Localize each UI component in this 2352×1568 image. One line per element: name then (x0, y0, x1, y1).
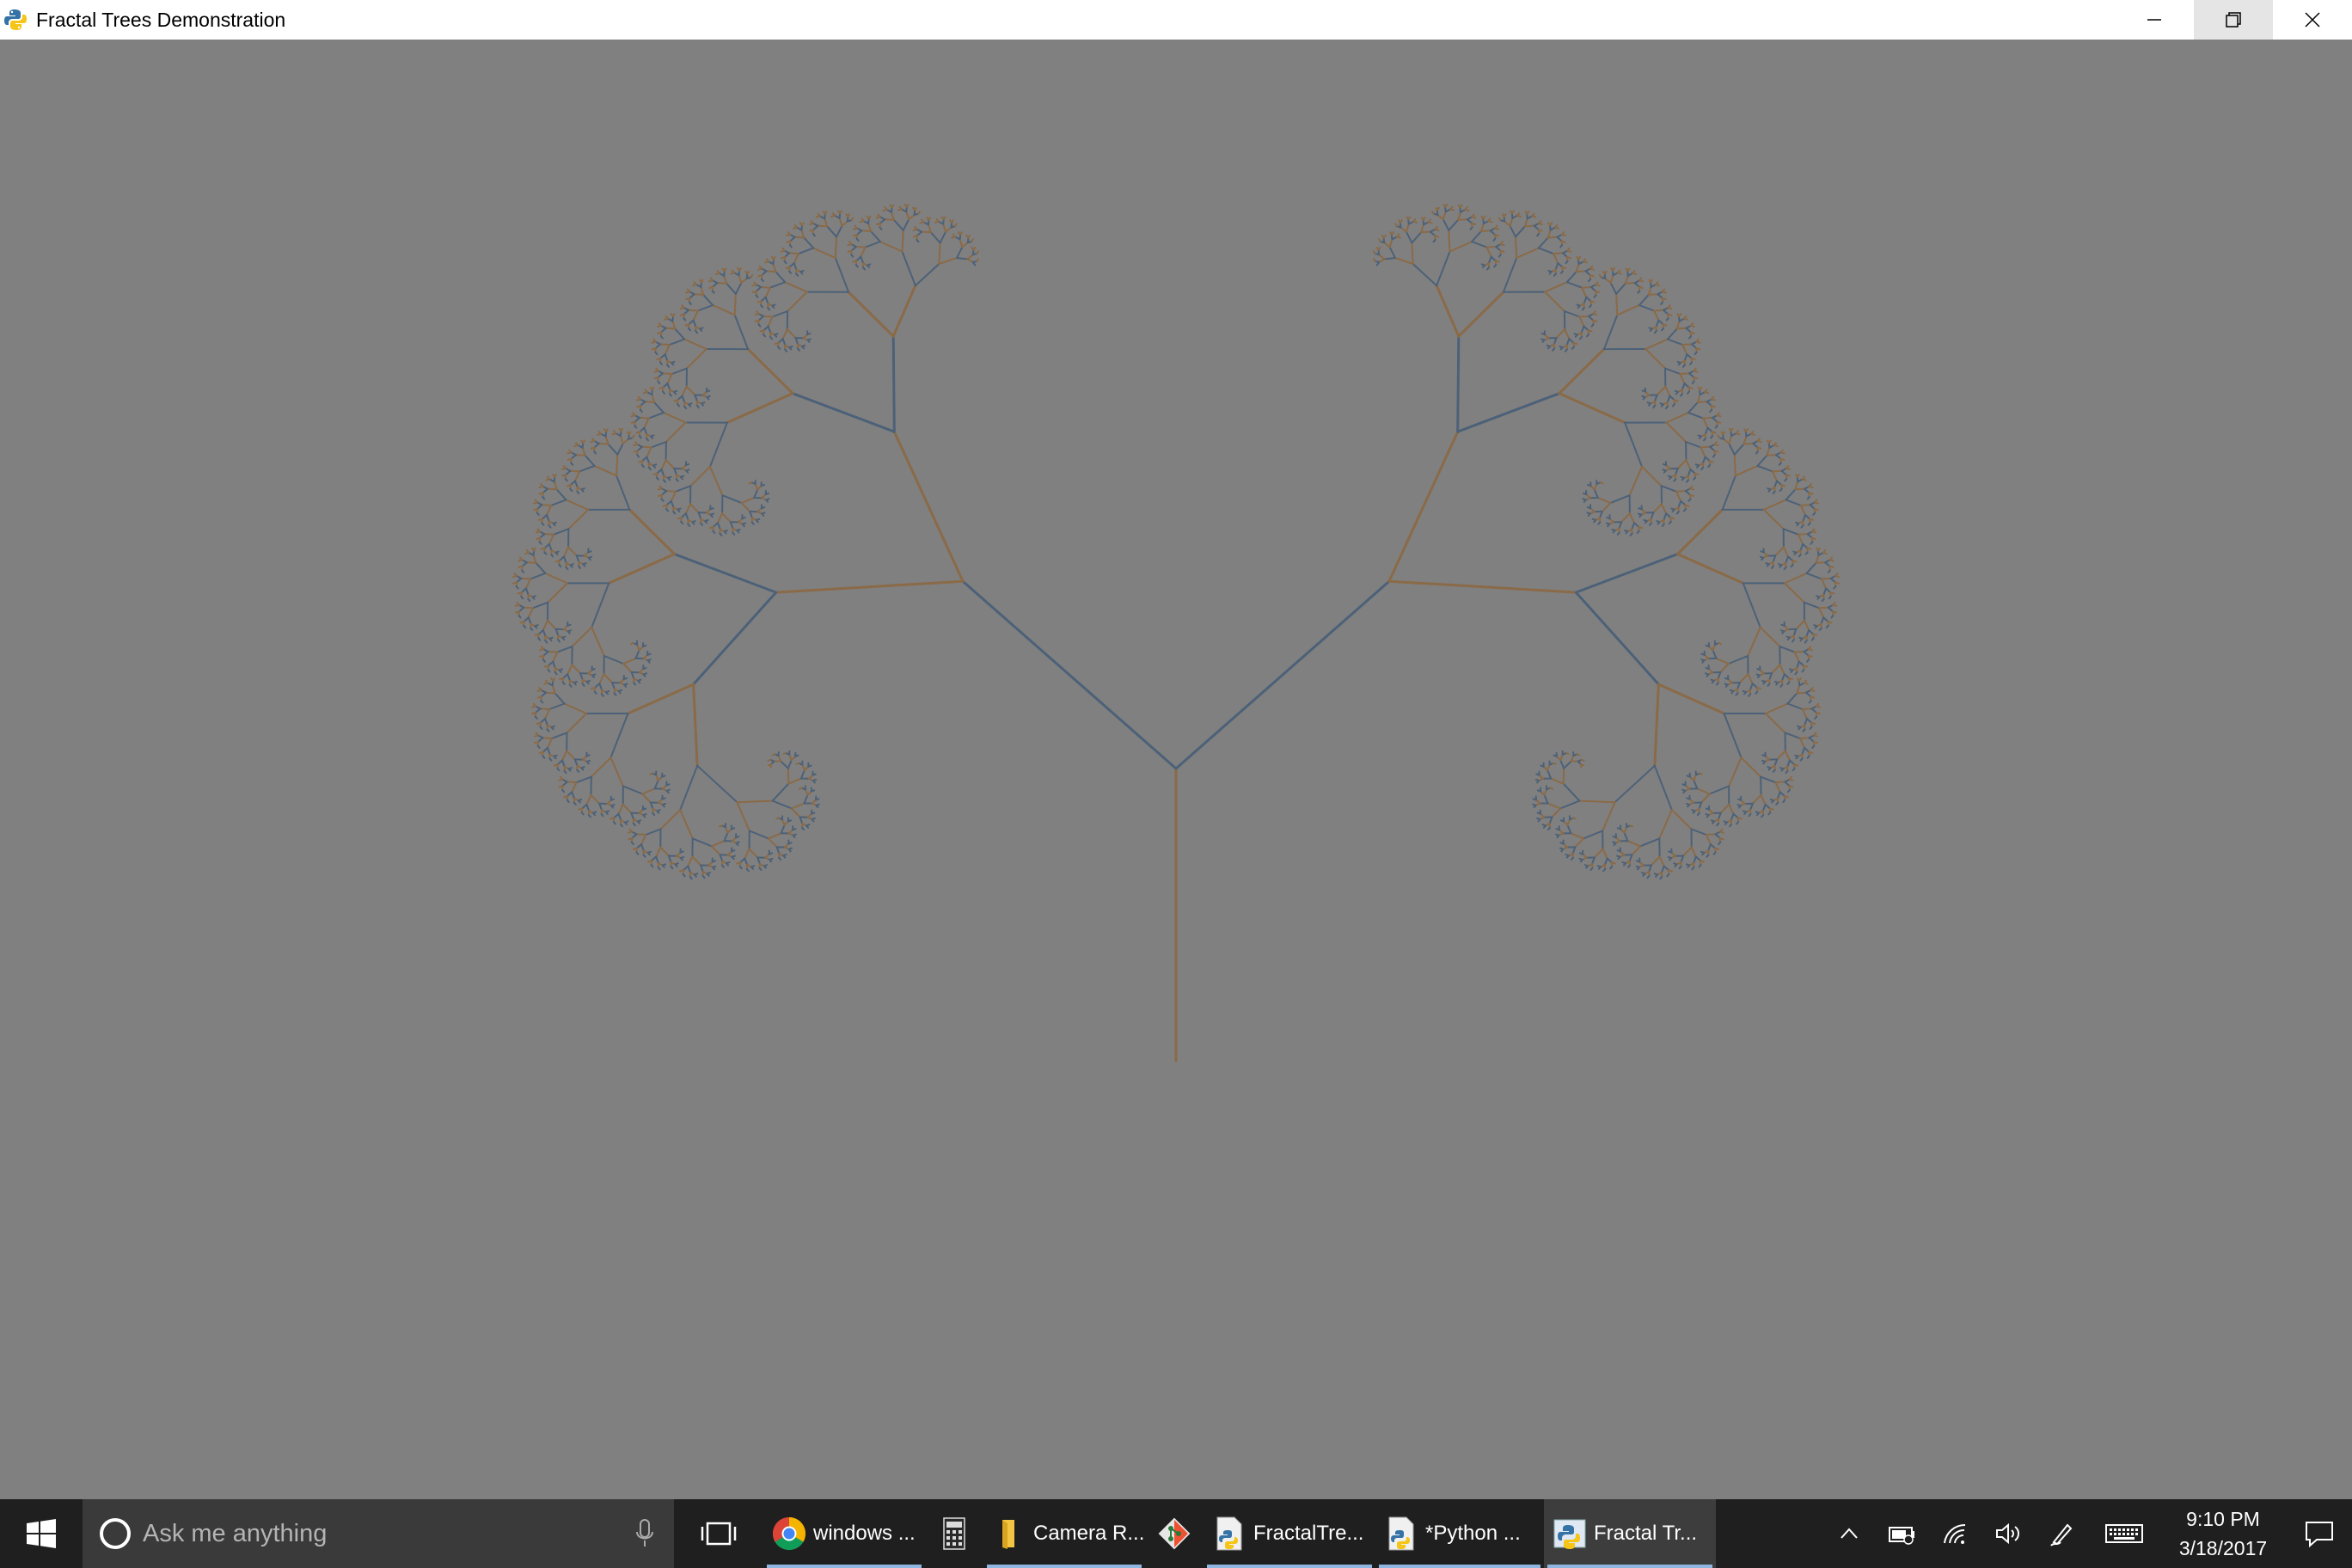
running-indicator (987, 1565, 1142, 1568)
close-button[interactable] (2273, 0, 2352, 40)
minimize-icon (2147, 19, 2161, 21)
running-indicator (1379, 1565, 1540, 1568)
network-button[interactable] (1929, 1499, 1982, 1568)
show-hidden-icons-button[interactable] (1822, 1499, 1876, 1568)
cortana-search-box[interactable]: Ask me anything (83, 1499, 674, 1568)
calculator-icon (943, 1517, 965, 1550)
taskbar-item-label: Camera R... (1033, 1522, 1145, 1545)
git-icon (1158, 1517, 1191, 1550)
running-indicator (1207, 1565, 1372, 1568)
pen-icon (2050, 1523, 2073, 1547)
taskbar-item-chrome[interactable]: windows ... (763, 1499, 925, 1568)
taskbar: Ask me anything windows ... Camera R... … (0, 1499, 2352, 1568)
chrome-icon (772, 1517, 806, 1551)
chevron-up-icon (1841, 1528, 1858, 1539)
fractal-canvas[interactable] (0, 40, 2352, 1499)
restore-button[interactable] (2194, 0, 2273, 40)
action-center-icon (2306, 1522, 2333, 1547)
task-view-button[interactable] (674, 1499, 763, 1568)
fractal-tree-drawing (511, 203, 1841, 1063)
start-button[interactable] (0, 1499, 83, 1568)
python-icon (1553, 1519, 1586, 1549)
clock[interactable]: 9:10 PM 3/18/2017 (2159, 1499, 2287, 1568)
window-controls (2115, 0, 2352, 40)
close-icon (2305, 12, 2320, 28)
volume-icon (1996, 1522, 2019, 1545)
taskbar-item-label: windows ... (813, 1522, 916, 1545)
python-file-icon (1216, 1516, 1242, 1551)
taskbar-item-label: FractalTre... (1253, 1522, 1364, 1545)
taskbar-item-git[interactable] (1145, 1499, 1204, 1568)
windows-logo-icon (27, 1519, 56, 1548)
taskbar-item-label: Fractal Tr... (1594, 1522, 1698, 1545)
cortana-icon (100, 1518, 131, 1549)
touch-keyboard-button[interactable] (2089, 1499, 2159, 1568)
system-tray: 9:10 PM 3/18/2017 (1822, 1499, 2352, 1568)
taskbar-item-calculator[interactable] (925, 1499, 983, 1568)
app-window: Fractal Trees Demonstration (0, 0, 2352, 1499)
running-indicator (767, 1565, 922, 1568)
python-logo-icon (4, 9, 27, 30)
task-view-icon (701, 1522, 737, 1546)
window-title: Fractal Trees Demonstration (36, 8, 286, 31)
python-idle-icon (1388, 1516, 1414, 1551)
clock-date: 3/18/2017 (2178, 1537, 2268, 1559)
wifi-icon (1944, 1523, 1966, 1544)
action-center-button[interactable] (2287, 1499, 2352, 1568)
search-placeholder: Ask me anything (143, 1519, 328, 1547)
taskbar-item-fractal-trees[interactable]: Fractal Tr... (1544, 1499, 1716, 1568)
fractal-branches (511, 203, 1841, 1063)
title-bar[interactable]: Fractal Trees Demonstration (0, 0, 2352, 40)
restore-icon (2226, 12, 2241, 28)
taskbar-item-fractaltree-script[interactable]: FractalTre... (1204, 1499, 1375, 1568)
battery-icon (1889, 1527, 1914, 1545)
folder-icon (1002, 1520, 1014, 1549)
taskbar-item-label: *Python ... (1425, 1522, 1521, 1545)
battery-button[interactable] (1876, 1499, 1929, 1568)
taskbar-item-file-explorer[interactable]: Camera R... (983, 1499, 1145, 1568)
microphone-icon[interactable] (634, 1516, 655, 1551)
running-indicator (1547, 1565, 1712, 1568)
volume-button[interactable] (1982, 1499, 2036, 1568)
windows-ink-button[interactable] (2036, 1499, 2089, 1568)
keyboard-icon (2105, 1524, 2143, 1543)
clock-time: 9:10 PM (2186, 1508, 2260, 1530)
minimize-button[interactable] (2115, 0, 2194, 40)
taskbar-item-python-shell[interactable]: *Python ... (1375, 1499, 1544, 1568)
